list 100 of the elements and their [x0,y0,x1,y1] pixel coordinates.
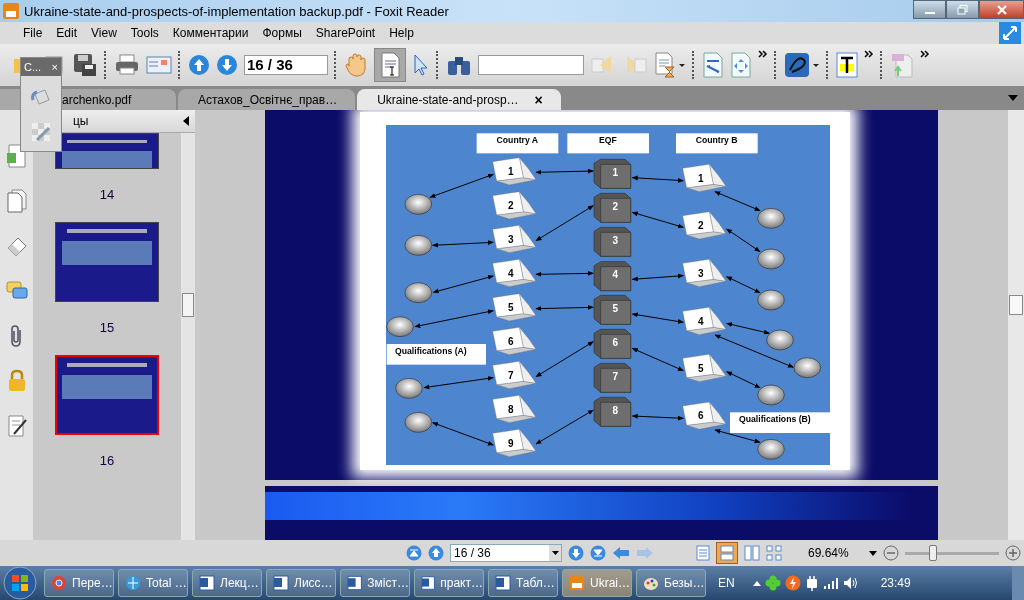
minimize-icon [924,11,935,14]
double-arrow [423,376,494,390]
pages-icon[interactable] [5,189,28,213]
save-as-icon[interactable] [72,52,98,78]
double-arrow [631,211,684,229]
minimize-button[interactable] [913,0,946,19]
taskbar-button[interactable]: Табл… [488,569,558,597]
fullscreen-icon[interactable] [999,22,1021,44]
single-page-icon[interactable] [696,545,710,561]
taskbar-label: Пере… [72,576,113,590]
taskbar-button[interactable]: Total … [118,569,188,597]
hand-icon[interactable] [344,52,368,78]
chevron-icon[interactable] [864,50,874,58]
select-text-button[interactable] [374,48,406,82]
qualification-circle [757,248,785,270]
printer-icon[interactable] [114,53,140,77]
qualification-circle [757,208,785,229]
eqf-cube: 3 [593,227,631,257]
menu-item[interactable]: SharePoint [308,26,383,40]
facing-pages-icon[interactable] [744,545,760,561]
close-tab-button[interactable]: × [534,91,543,108]
taskbar-button[interactable]: Лисс… [266,569,336,597]
menu-item[interactable]: File [16,26,50,40]
transparency-icon[interactable] [29,120,53,144]
taskbar-button[interactable]: Зміст… [340,569,410,597]
double-arrow [535,341,594,378]
dropdown-icon[interactable] [1008,95,1018,101]
signature-logo-icon[interactable] [784,52,820,78]
page-thumbnail[interactable] [55,222,159,302]
dropdown-icon[interactable] [868,550,877,556]
back-arrow-icon[interactable] [612,546,630,560]
first-page-icon[interactable] [406,545,422,561]
qualification-circle [395,378,423,399]
taskbar-label: Зміст… [367,576,409,590]
taskbar-button[interactable]: Безы… [636,569,706,597]
window-title: Ukraine-state-and-prospects-of-implementation backup.pdf - Foxit Reader [24,3,450,19]
zoom-out-icon[interactable] [882,545,899,561]
speaker-icon[interactable] [842,576,859,590]
fit-page-icon[interactable] [730,52,752,78]
double-arrow [429,173,494,198]
search-field[interactable] [478,55,584,75]
text-highlight-icon[interactable] [836,52,858,78]
eqf-cube: 1 [593,159,631,189]
continuous-view-button[interactable] [716,542,738,564]
close-icon [995,4,1008,15]
chevron-icon[interactable] [920,50,930,58]
slider-thumb[interactable] [928,545,937,561]
taskbar-button[interactable]: практ… [414,569,484,597]
page-number-text: 16 / 36 [454,546,491,560]
email-icon[interactable] [146,54,172,76]
collapse-icon[interactable] [183,116,189,126]
scroll-thumb[interactable] [182,293,194,317]
taskbar-label: практ… [440,576,483,590]
power-plug-icon[interactable] [804,575,819,591]
document-hourglass-icon[interactable] [654,52,686,78]
actual-size-icon[interactable] [702,52,724,78]
menu-item[interactable]: Формы [255,26,309,40]
eqf-cube: 4 [593,261,631,291]
taskbar-button[interactable]: Пере… [44,569,114,597]
menu-item[interactable]: View [84,26,124,40]
start-button[interactable] [0,566,40,600]
chevron-icon[interactable] [758,50,768,58]
menu-item[interactable]: Edit [49,26,85,40]
tab-label: Ukraine-state-and-prosp… [377,92,519,107]
page-number: 14 [99,187,115,202]
page-number-field[interactable]: 16 / 36 [244,55,328,75]
taskbar-button[interactable]: Лекц… [192,569,262,597]
page-icon[interactable] [5,144,28,168]
menu-item[interactable]: Tools [123,26,166,40]
language-indicator[interactable]: EN [718,576,735,590]
menu-item[interactable]: Комментарии [165,26,256,40]
signal-icon[interactable] [822,576,839,590]
restore-button[interactable] [946,0,979,19]
lightning-icon[interactable] [784,575,801,591]
document-tab[interactable]: Астахов_Освітнє_прав… [178,89,356,110]
previous-page-icon[interactable] [428,545,444,561]
page-number-dropdown[interactable]: 16 / 36 [450,544,562,562]
previous-page-icon[interactable] [188,54,210,76]
dropdown-icon[interactable] [549,545,561,561]
grid-view-icon[interactable] [766,545,782,561]
page-thumbnail[interactable] [55,355,159,435]
next-page-icon[interactable] [568,545,584,561]
signature-icon[interactable] [5,414,28,438]
clover-icon[interactable] [764,575,781,591]
last-page-icon[interactable] [590,545,606,561]
double-arrow [535,168,594,175]
clock[interactable]: 23:49 [880,576,911,590]
close-button[interactable] [979,0,1024,19]
tab-label: archenko.pdf [62,92,132,107]
double-arrow [535,305,594,311]
show-hidden-icons-icon[interactable] [752,580,761,586]
close-button[interactable]: × [51,61,58,73]
menu-item[interactable]: Help [382,26,421,40]
document-tab[interactable]: Ukraine-state-and-prosp… × [357,89,561,110]
double-arrow [631,273,684,282]
page-thumbnail[interactable] [55,133,159,169]
next-page-icon[interactable] [216,54,238,76]
pointer-icon[interactable] [412,53,430,77]
zoom-in-icon[interactable] [1004,545,1021,561]
scroll-thumb[interactable] [1009,295,1023,315]
